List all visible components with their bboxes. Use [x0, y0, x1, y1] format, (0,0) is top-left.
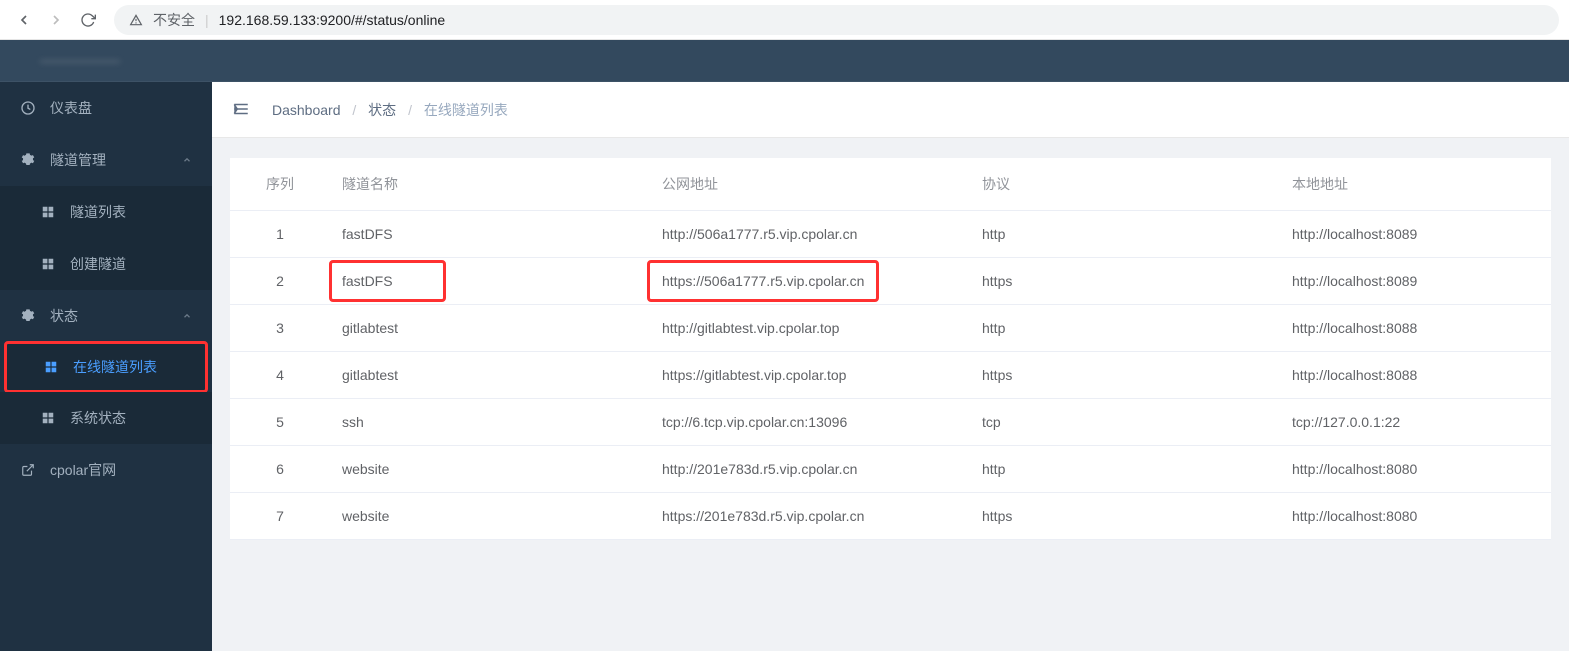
content-header: Dashboard / 状态 / 在线隧道列表 — [212, 82, 1569, 138]
tunnel-mgmt-icon — [20, 152, 36, 168]
cell-protocol: https — [970, 258, 1280, 305]
cell-seq: 6 — [230, 446, 330, 493]
th-local-address: 本地地址 — [1280, 158, 1551, 211]
breadcrumb: Dashboard / 状态 / 在线隧道列表 — [272, 100, 508, 120]
cell-seq: 4 — [230, 352, 330, 399]
sidebar: 仪表盘 隧道管理 隧道列表 创建隧道 — [0, 82, 212, 651]
cell-public-url[interactable]: tcp://6.tcp.vip.cpolar.cn:13096 — [650, 399, 970, 446]
cell-public-url[interactable]: http://gitlabtest.vip.cpolar.top — [650, 305, 970, 352]
chevron-up-icon — [182, 155, 192, 165]
menu-toggle-button[interactable] — [232, 100, 252, 120]
grid-icon — [40, 204, 56, 220]
cell-name: fastDFS — [330, 258, 650, 305]
sidebar-item-online-tunnel-list[interactable]: 在线隧道列表 — [4, 341, 208, 393]
cell-public-url[interactable]: http://506a1777.r5.vip.cpolar.cn — [650, 211, 970, 258]
table-header-row: 序列 隧道名称 公网地址 协议 本地地址 — [230, 158, 1551, 211]
cell-local-address: http://localhost:8089 — [1280, 211, 1551, 258]
table-row: 3gitlabtesthttp://gitlabtest.vip.cpolar.… — [230, 305, 1551, 352]
cell-local-address: http://localhost:8088 — [1280, 305, 1551, 352]
chevron-up-icon — [182, 311, 192, 321]
highlight-box: https://506a1777.r5.vip.cpolar.cn — [647, 260, 879, 302]
logo-bar — [0, 40, 1569, 82]
browser-toolbar: 不安全 | 192.168.59.133:9200/#/status/onlin… — [0, 0, 1569, 40]
sidebar-item-status[interactable]: 状态 — [0, 290, 212, 342]
url-separator: | — [205, 12, 209, 28]
grid-icon — [40, 256, 56, 272]
th-name: 隧道名称 — [330, 158, 650, 211]
sidebar-label-cpolar-site: cpolar官网 — [50, 460, 116, 480]
forward-button[interactable] — [42, 6, 70, 34]
cell-name: website — [330, 493, 650, 540]
cell-public-url[interactable]: https://201e783d.r5.vip.cpolar.cn — [650, 493, 970, 540]
sidebar-label-status: 状态 — [50, 306, 78, 326]
sidebar-label-online-tunnel-list: 在线隧道列表 — [73, 357, 157, 377]
breadcrumb-current: 在线隧道列表 — [424, 102, 508, 118]
tunnel-table-wrapper: 序列 隧道名称 公网地址 协议 本地地址 1fastDFShttp://506a… — [230, 158, 1551, 540]
sidebar-label-dashboard: 仪表盘 — [50, 98, 92, 118]
cell-protocol: http — [970, 446, 1280, 493]
cell-seq: 2 — [230, 258, 330, 305]
table-row: 2fastDFS https://506a1777.r5.vip.cpolar.c… — [230, 258, 1551, 305]
th-public-url: 公网地址 — [650, 158, 970, 211]
address-bar[interactable]: 不安全 | 192.168.59.133:9200/#/status/onlin… — [114, 5, 1559, 35]
cell-local-address: tcp://127.0.0.1:22 — [1280, 399, 1551, 446]
sidebar-item-create-tunnel[interactable]: 创建隧道 — [0, 238, 212, 290]
cell-name: ssh — [330, 399, 650, 446]
table-row: 7websitehttps://201e783d.r5.vip.cpolar.c… — [230, 493, 1551, 540]
sidebar-label-create-tunnel: 创建隧道 — [70, 254, 126, 274]
reload-button[interactable] — [74, 6, 102, 34]
cell-name: gitlabtest — [330, 352, 650, 399]
cell-protocol: tcp — [970, 399, 1280, 446]
table-row: 5sshtcp://6.tcp.vip.cpolar.cn:13096tcptc… — [230, 399, 1551, 446]
url-text: 192.168.59.133:9200/#/status/online — [219, 12, 446, 28]
breadcrumb-dashboard[interactable]: Dashboard — [272, 102, 341, 118]
cell-seq: 5 — [230, 399, 330, 446]
cell-seq: 7 — [230, 493, 330, 540]
cell-local-address: http://localhost:8089 — [1280, 258, 1551, 305]
table-row: 1fastDFShttp://506a1777.r5.vip.cpolar.cn… — [230, 211, 1551, 258]
breadcrumb-separator: / — [408, 102, 412, 118]
sidebar-item-cpolar-site[interactable]: cpolar官网 — [0, 444, 212, 496]
tunnel-table: 序列 隧道名称 公网地址 协议 本地地址 1fastDFShttp://506a… — [230, 158, 1551, 540]
sidebar-item-tunnel-list[interactable]: 隧道列表 — [0, 186, 212, 238]
th-protocol: 协议 — [970, 158, 1280, 211]
breadcrumb-separator: / — [352, 102, 356, 118]
cell-local-address: http://localhost:8080 — [1280, 446, 1551, 493]
breadcrumb-status[interactable]: 状态 — [368, 102, 396, 118]
cell-seq: 3 — [230, 305, 330, 352]
th-seq: 序列 — [230, 158, 330, 211]
cell-public-url[interactable]: https://gitlabtest.vip.cpolar.top — [650, 352, 970, 399]
highlight-box: fastDFS — [329, 260, 446, 302]
sidebar-item-dashboard[interactable]: 仪表盘 — [0, 82, 212, 134]
grid-icon — [43, 359, 59, 375]
table-row: 6websitehttp://201e783d.r5.vip.cpolar.cn… — [230, 446, 1551, 493]
sidebar-item-tunnel-mgmt[interactable]: 隧道管理 — [0, 134, 212, 186]
cell-protocol: https — [970, 352, 1280, 399]
cell-name: website — [330, 446, 650, 493]
cell-name: fastDFS — [330, 211, 650, 258]
cell-protocol: http — [970, 211, 1280, 258]
cell-local-address: http://localhost:8088 — [1280, 352, 1551, 399]
dashboard-icon — [20, 100, 36, 116]
cell-protocol: https — [970, 493, 1280, 540]
cell-public-url[interactable]: http://201e783d.r5.vip.cpolar.cn — [650, 446, 970, 493]
back-button[interactable] — [10, 6, 38, 34]
external-link-icon — [20, 462, 36, 478]
table-row: 4gitlabtesthttps://gitlabtest.vip.cpolar… — [230, 352, 1551, 399]
sidebar-label-tunnel-list: 隧道列表 — [70, 202, 126, 222]
cell-public-url[interactable]: https://506a1777.r5.vip.cpolar.cn — [650, 258, 970, 305]
not-secure-icon — [129, 13, 143, 27]
cell-local-address: http://localhost:8080 — [1280, 493, 1551, 540]
content-area: Dashboard / 状态 / 在线隧道列表 序列 隧道名称 公网地址 协议 … — [212, 82, 1569, 651]
sidebar-item-system-status[interactable]: 系统状态 — [0, 392, 212, 444]
not-secure-label: 不安全 — [153, 10, 195, 30]
grid-icon — [40, 410, 56, 426]
cell-seq: 1 — [230, 211, 330, 258]
sidebar-label-system-status: 系统状态 — [70, 408, 126, 428]
status-icon — [20, 308, 36, 324]
cell-name: gitlabtest — [330, 305, 650, 352]
cell-protocol: http — [970, 305, 1280, 352]
sidebar-label-tunnel-mgmt: 隧道管理 — [50, 150, 106, 170]
